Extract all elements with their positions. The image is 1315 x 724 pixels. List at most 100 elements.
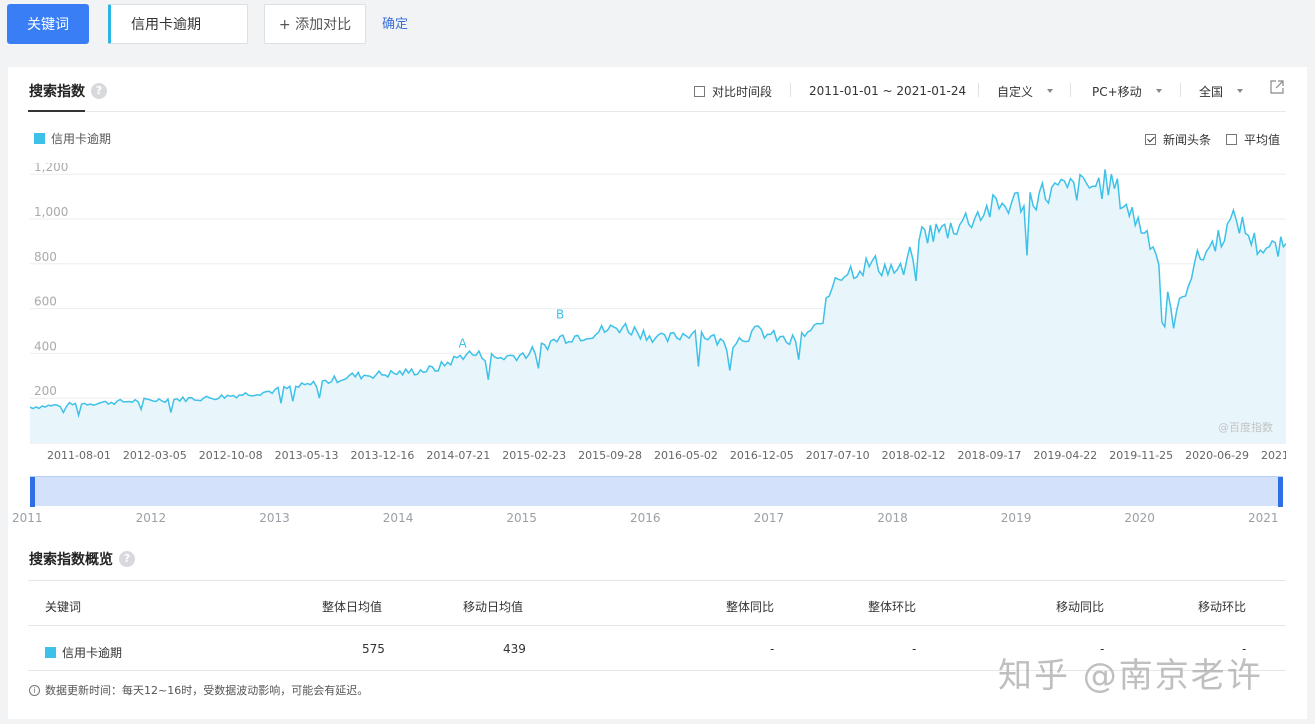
x-tick-label: 2011-08-01 (47, 449, 111, 462)
baidu-watermark: @百度指数 (1218, 421, 1273, 434)
section-title: 搜索指数 (29, 84, 85, 100)
x-tick-label: 2012-10-08 (199, 449, 263, 462)
slider-year-label: 2019 (1000, 511, 1032, 525)
header-mobile-avg: 移动日均值 (463, 600, 524, 614)
table-row-keyword: 信用卡逾期 (45, 644, 122, 661)
region-select[interactable]: 全国 (1199, 81, 1244, 101)
custom-select[interactable]: 自定义 (997, 81, 1054, 101)
update-note-text: 数据更新时间：每天12~16时，受数据波动影响，可能会有延迟。 (45, 684, 369, 697)
top-bar: 关键词 信用卡逾期 + 添加对比 确定 (0, 0, 1315, 60)
average-label: 平均值 (1244, 133, 1281, 147)
chevron-down-icon (1155, 89, 1162, 93)
row-mobile-avg: 439 (503, 642, 526, 656)
compare-period-label: 对比时间段 (712, 84, 773, 99)
keyword-button[interactable]: 关键词 (7, 4, 89, 44)
x-tick-label: 2018-09-17 (958, 449, 1022, 462)
y-tick-label: 800 (34, 250, 57, 264)
region-label: 全国 (1199, 84, 1224, 99)
update-note: i 数据更新时间：每天12~16时，受数据波动影响，可能会有延迟。 (29, 682, 368, 698)
search-index-chart[interactable]: 200 400 600 800 1,000 1,200 A B 2011-08-01 2012-0… (30, 163, 1286, 463)
legend-series-label: 信用卡逾期 (51, 132, 112, 146)
x-tick-label: 2020-06-29 (1185, 449, 1249, 462)
y-tick-label: 600 (34, 295, 57, 309)
x-tick-label: 2021-01-18 (1261, 449, 1286, 462)
share-icon[interactable] (1270, 80, 1284, 94)
overview-title-text: 搜索指数概览 (29, 552, 113, 568)
overview-title: 搜索指数概览 ? (29, 549, 135, 569)
x-tick-label: 2015-09-28 (578, 449, 642, 462)
legend-swatch (34, 133, 45, 144)
x-tick-label: 2014-07-21 (426, 449, 490, 462)
row-keyword: 信用卡逾期 (62, 646, 123, 660)
slider-year-label: 2020 (1124, 511, 1155, 525)
slider-year-label: 2017 (753, 511, 785, 525)
average-toggle[interactable]: 平均值 (1226, 131, 1280, 148)
y-tick-label: 400 (34, 339, 57, 353)
slider-year-label: 2012 (135, 511, 167, 525)
news-label: 新闻头条 (1163, 133, 1212, 147)
divider (28, 111, 1286, 112)
info-icon: i (29, 684, 40, 696)
x-tick-label: 2013-12-16 (351, 449, 415, 462)
chevron-down-icon (1047, 89, 1054, 93)
slider-year-label: 2021 (1248, 511, 1279, 525)
header-overall-avg: 整体日均值 (322, 600, 383, 614)
y-tick-label: 1,000 (34, 205, 68, 219)
row-overall-yoy: - (770, 642, 775, 656)
device-select[interactable]: PC+移动 (1092, 81, 1162, 101)
device-label: PC+移动 (1092, 84, 1142, 99)
search-index-panel: 搜索指数 ? 对比时间段 2011-01-01 ~ 2021-01-24 自定义… (8, 67, 1307, 719)
slider-year-label: 2014 (382, 511, 414, 525)
news-toggle[interactable]: 新闻头条 (1145, 131, 1211, 148)
checkbox-icon[interactable] (1226, 134, 1237, 145)
series-area (30, 169, 1286, 444)
help-icon[interactable]: ? (119, 551, 135, 567)
confirm-link[interactable]: 确定 (382, 13, 408, 32)
header-mobile-mom: 移动环比 (1198, 600, 1247, 614)
row-overall-mom: - (912, 642, 917, 656)
slider-year-label: 2018 (877, 511, 908, 525)
row-overall-avg: 575 (362, 642, 385, 656)
chart-legend: 信用卡逾期 (34, 130, 111, 147)
time-range-slider[interactable] (30, 476, 1283, 507)
x-tick-label: 2016-05-02 (654, 449, 718, 462)
help-icon[interactable]: ? (91, 83, 107, 99)
compare-period-toggle[interactable]: 对比时间段 (694, 81, 772, 101)
annotation-label: A (459, 337, 468, 351)
toolbar-divider (1070, 83, 1071, 97)
table-header-border (28, 625, 1286, 626)
toolbar-divider (978, 83, 979, 97)
header-overall-yoy: 整体同比 (726, 600, 775, 614)
checkbox-checked-icon[interactable] (1145, 134, 1156, 145)
x-tick-label: 2018-02-12 (882, 449, 946, 462)
active-tab-indicator (28, 110, 85, 112)
checkbox-icon[interactable] (694, 85, 705, 97)
header-mobile-yoy: 移动同比 (1056, 600, 1105, 614)
x-tick-label: 2015-02-23 (502, 449, 566, 462)
x-tick-label: 2017-07-10 (806, 449, 870, 462)
zhihu-watermark: 知乎 @南京老许 (998, 656, 1263, 696)
toolbar-divider (790, 83, 791, 97)
add-compare-button[interactable]: + 添加对比 (264, 4, 366, 44)
x-tick-label: 2019-04-22 (1033, 449, 1097, 462)
slider-handle-left[interactable] (30, 477, 35, 507)
x-tick-label: 2013-05-13 (275, 449, 339, 462)
annotation-label: B (556, 308, 564, 322)
header-keyword: 关键词 (45, 600, 82, 614)
slider-year-label: 2011 (12, 511, 43, 525)
slider-year-label: 2015 (506, 511, 537, 525)
slider-year-label: 2013 (259, 511, 290, 525)
page-title: 搜索指数 ? (29, 81, 107, 101)
chevron-down-icon (1237, 89, 1244, 93)
custom-label: 自定义 (997, 84, 1034, 99)
slider-handle-right[interactable] (1278, 477, 1283, 507)
y-tick-label: 1,200 (34, 163, 68, 174)
table-top-border (28, 580, 1286, 581)
slider-year-label: 2016 (630, 511, 661, 525)
keyword-input[interactable]: 信用卡逾期 (108, 4, 248, 44)
y-tick-label: 200 (34, 384, 57, 398)
x-tick-label: 2016-12-05 (730, 449, 794, 462)
x-tick-label: 2012-03-05 (123, 449, 187, 462)
date-range-picker[interactable]: 2011-01-01 ~ 2021-01-24 (809, 81, 966, 101)
header-overall-mom: 整体环比 (868, 600, 917, 614)
